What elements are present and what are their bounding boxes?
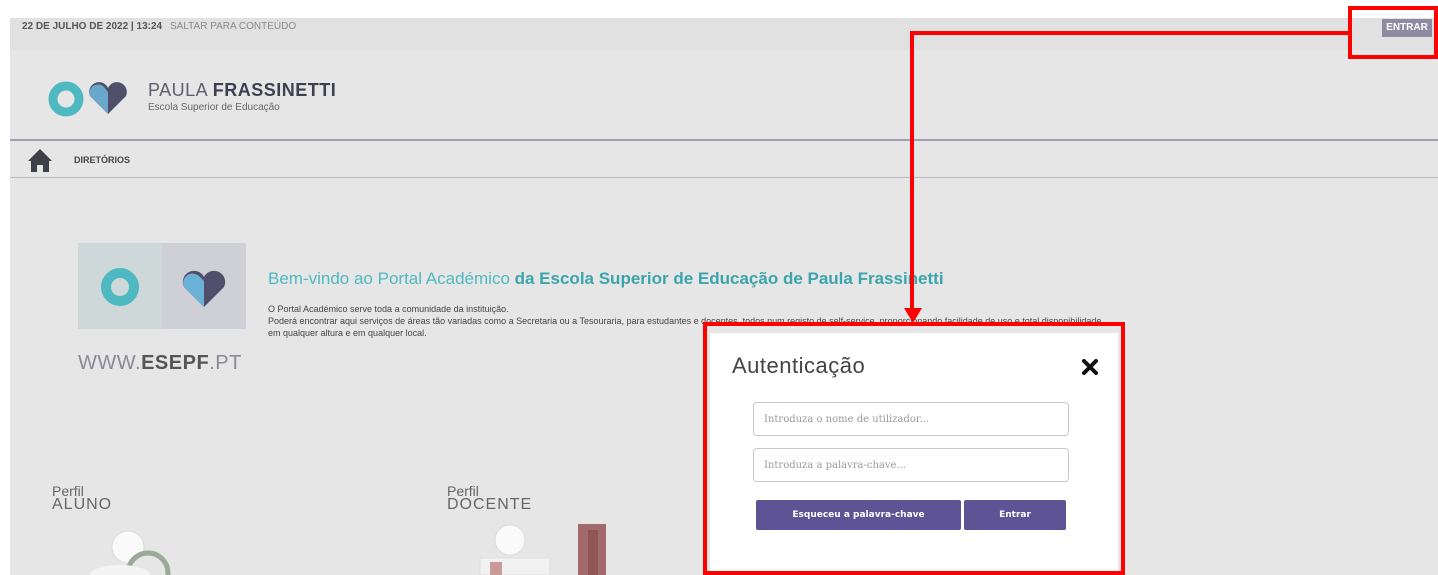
student-figure-image[interactable] [80,523,190,575]
website-url: WWW.ESEPF.PT [78,352,242,375]
nav-divider-bottom [10,177,1438,178]
home-icon[interactable] [26,146,54,174]
annotation-arrow-head [904,308,922,323]
annotation-line-vertical [910,31,914,311]
welcome-title: Bem-vindo ao Portal Académico da Escola … [268,269,944,289]
annotation-highlight-login [1348,6,1438,59]
profile-aluno-label[interactable]: Perfil ALUNO [52,484,113,513]
brand-name-light: PAULA [148,80,213,100]
annotation-highlight-modal [703,322,1125,575]
annotation-line-horizontal [910,31,1350,35]
brand-name-bold: FRASSINETTI [212,80,337,100]
nav-item-diretorios[interactable]: DIRETÓRIOS [74,155,130,165]
nav-divider-top [10,139,1438,141]
profile-docente-label[interactable]: Perfil DOCENTE [447,484,533,513]
date-time: 22 DE JULHO DE 2022 | 13:24 [22,21,163,32]
profile-aluno-name: ALUNO [52,496,113,513]
logo-icon[interactable] [46,78,132,118]
skip-to-content-link[interactable]: SALTAR PARA CONTEÚDO [170,21,296,32]
teacher-figure-image[interactable] [470,518,620,575]
welcome-title-light: Bem-vindo ao Portal Académico [268,269,515,288]
profile-docente-name: DOCENTE [447,496,533,513]
brand-subtitle: Escola Superior de Educação [148,102,280,113]
school-banner-image [78,243,246,329]
welcome-line-1: O Portal Académico serve toda a comunida… [268,304,509,314]
website-url-light: WWW. [78,352,142,374]
website-url-bold: ESEPF [141,352,210,374]
brand-name: PAULA FRASSINETTI [148,80,336,101]
website-url-suffix: .PT [209,352,242,374]
welcome-title-bold: da Escola Superior de Educação de Paula … [514,269,944,288]
